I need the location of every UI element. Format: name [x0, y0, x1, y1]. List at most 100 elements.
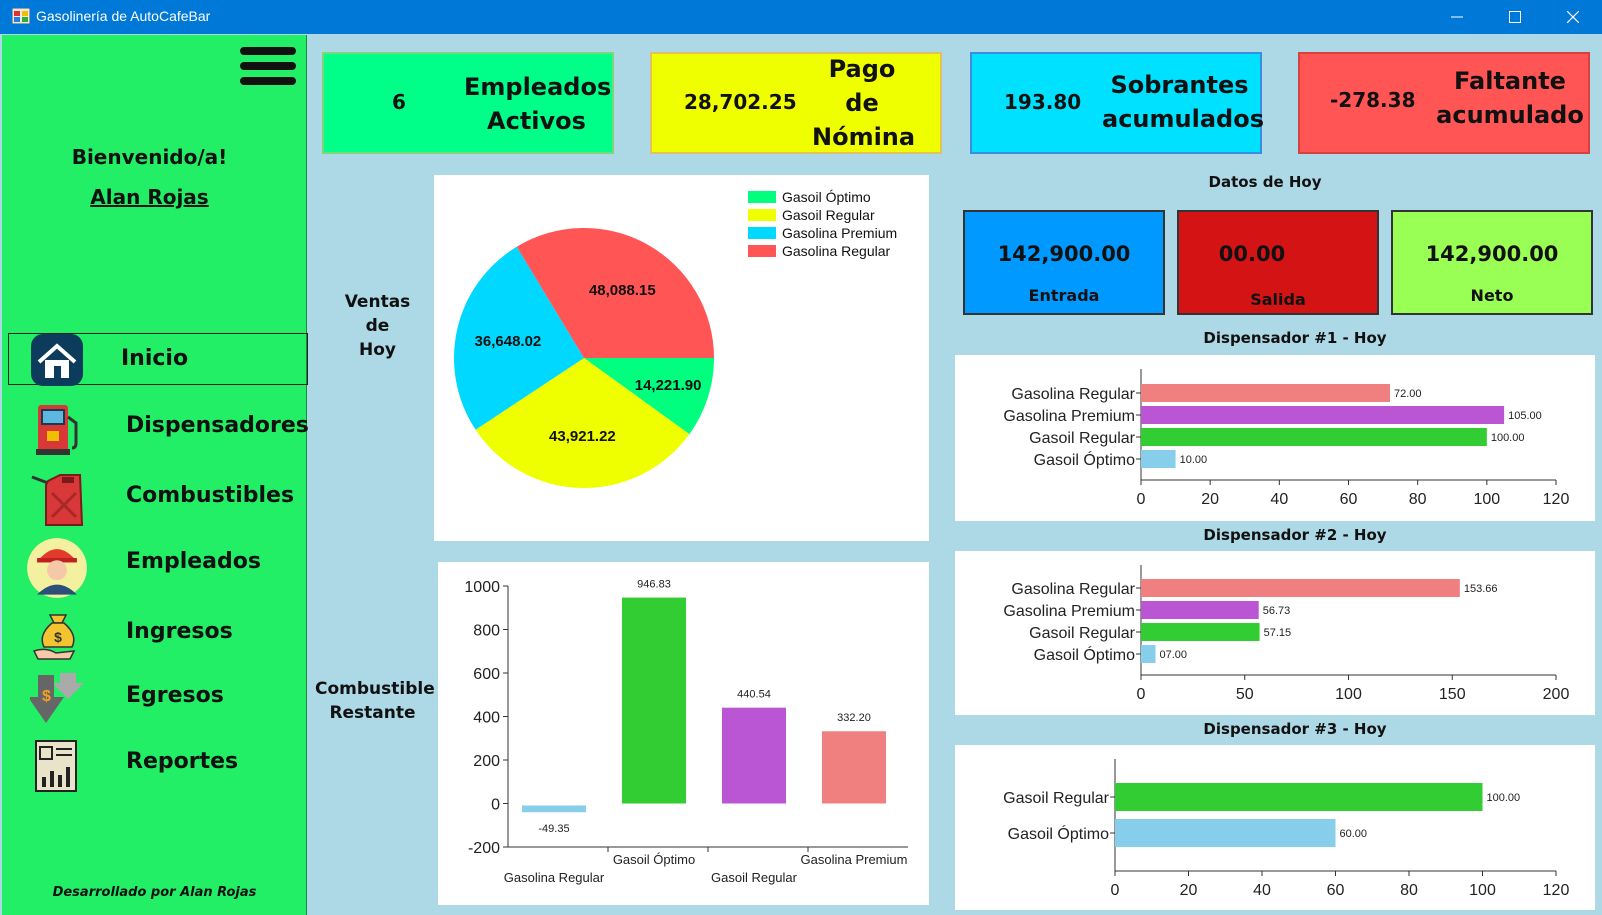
- bar: [722, 707, 786, 804]
- bar-data-label: 440.54: [737, 689, 771, 701]
- bar-data-label: 07.00: [1160, 649, 1188, 661]
- welcome-text: Bienvenido/a!: [71, 145, 228, 169]
- bar-data-label: 56.73: [1263, 605, 1291, 617]
- x-tick-label: 150: [1439, 686, 1466, 703]
- neto-label: Neto: [1470, 286, 1514, 305]
- jerrycan-icon: [31, 474, 84, 526]
- card-value: 193.80: [1004, 90, 1082, 114]
- card-value: -278.38: [1330, 88, 1416, 112]
- legend-entry: Gasoil Regular: [782, 207, 875, 223]
- bar: [1115, 783, 1483, 811]
- y-tick-label: Gasolina Regular: [1011, 386, 1135, 403]
- close-button[interactable]: [1544, 0, 1602, 34]
- y-tick-label: 600: [473, 666, 500, 683]
- bar-data-label: 100.00: [1491, 432, 1525, 444]
- entrada-box: 142,900.00 Entrada: [963, 210, 1165, 315]
- legend-swatch: [748, 209, 776, 221]
- pie-data-label: 36,648.02: [475, 333, 542, 350]
- x-tick-label: 100: [1469, 882, 1496, 899]
- maximize-icon: [1509, 11, 1521, 23]
- report-icon: [35, 740, 77, 792]
- y-tick-label: Gasoil Óptimo: [1034, 645, 1135, 664]
- bar: [1141, 579, 1460, 597]
- x-tick-label: Gasolina Premium: [801, 852, 908, 867]
- sidebar-item-reportes[interactable]: Reportes: [8, 737, 308, 792]
- sidebar-item-empleados[interactable]: Empleados: [8, 537, 308, 598]
- bar-data-label: 72.00: [1394, 388, 1422, 400]
- y-tick-label: Gasoil Regular: [1029, 625, 1136, 642]
- sidebar-item-ingresos[interactable]: $ Ingresos: [8, 607, 308, 660]
- home-icon: [31, 334, 83, 386]
- card-value: 6: [392, 90, 406, 114]
- x-tick-label: 60: [1327, 882, 1345, 899]
- dispensador-1-chart: 0 20 40 60 80 100 120 Gasolina Regular 72.00 Gaso…: [1003, 369, 1570, 508]
- x-tick-label: 60: [1340, 491, 1358, 508]
- bar: [822, 731, 886, 804]
- bar-data-label: 332.20: [837, 712, 871, 724]
- sidebar-item-combustibles[interactable]: Combustibles: [8, 471, 308, 526]
- pie-data-label: 43,921.22: [549, 428, 616, 445]
- x-tick-label: 0: [1137, 491, 1146, 508]
- card-label: Faltante acumulado: [1436, 67, 1584, 129]
- x-tick-label: Gasolina Regular: [504, 870, 605, 885]
- x-tick-label: 40: [1253, 882, 1271, 899]
- sidebar-item-dispensadores[interactable]: Dispensadores: [8, 401, 309, 455]
- bar-data-label: 946.83: [637, 579, 671, 591]
- bar-data-label: 10.00: [1180, 454, 1208, 466]
- x-tick-label: 80: [1409, 491, 1427, 508]
- user-name[interactable]: Alan Rojas: [2, 185, 297, 209]
- bar: [1141, 645, 1156, 663]
- y-tick-label: Gasolina Premium: [1003, 603, 1135, 620]
- y-tick-label: Gasolina Premium: [1003, 408, 1135, 425]
- fuel-remaining-panel: -200 0 200 400 600 800 1000 -49.35 Gasolina Regu…: [438, 562, 929, 905]
- y-tick-label: -200: [468, 840, 500, 857]
- sidebar-item-label: Combustibles: [126, 483, 295, 508]
- bar: [1141, 623, 1260, 641]
- pie-chart-panel: 14,221.90 43,921.22 36,648.02 48,088.15 Gaso…: [434, 175, 929, 541]
- x-tick-label: Gasoil Regular: [711, 870, 798, 885]
- close-icon: [1567, 11, 1579, 23]
- minimize-button[interactable]: [1428, 0, 1486, 34]
- svg-text:$: $: [42, 688, 51, 705]
- neto-box: 142,900.00 Neto: [1391, 210, 1593, 315]
- y-tick-label: Gasoil Óptimo: [1008, 824, 1109, 843]
- entrada-value: 142,900.00: [997, 242, 1131, 266]
- bar: [1141, 384, 1390, 402]
- sidebar-item-label: Egresos: [126, 683, 224, 708]
- salida-box: 00.00 Salida: [1177, 210, 1379, 315]
- salida-label: Salida: [1250, 290, 1306, 309]
- dispensador-2-chart: 0 50 100 150 200 Gasolina Regular 153.66 Gasoli…: [1003, 565, 1569, 703]
- dispensador-3-chart: 0 20 40 60 80 100 120 Gasoil Regular 100.00 Gasoi…: [1003, 759, 1569, 899]
- minimize-icon: [1451, 16, 1463, 18]
- sidebar-item-label: Dispensadores: [126, 413, 309, 438]
- y-tick-label: 400: [473, 710, 500, 727]
- y-tick-label: 200: [473, 753, 500, 770]
- neto-value: 142,900.00: [1425, 242, 1559, 266]
- dispensador-3-title: Dispensador #3 - Hoy: [1203, 720, 1387, 738]
- fuel-remaining-chart: -200 0 200 400 600 800 1000 -49.35 Gasolina Regu…: [464, 579, 908, 885]
- legend-swatch: [748, 227, 776, 239]
- x-tick-label: 0: [1111, 882, 1120, 899]
- bar: [1141, 428, 1487, 446]
- title-bar: Gasolinería de AutoCafeBar: [0, 0, 1602, 34]
- sidebar-item-inicio[interactable]: Inicio: [8, 333, 308, 386]
- datos-hoy-title: Datos de Hoy: [1208, 173, 1322, 191]
- app-icon: [12, 8, 30, 24]
- dispensador-2-title: Dispensador #2 - Hoy: [1203, 526, 1387, 544]
- bar: [522, 805, 586, 813]
- menu-icon[interactable]: [240, 47, 296, 91]
- dispensador-2-panel: 0 50 100 150 200 Gasolina Regular 153.66 Gasoli…: [955, 551, 1595, 715]
- x-tick-label: 120: [1543, 491, 1570, 508]
- bar: [622, 597, 686, 804]
- sidebar-item-egresos[interactable]: $ Egresos: [8, 671, 308, 723]
- window-title: Gasolinería de AutoCafeBar: [36, 8, 211, 24]
- dispensador-1-title: Dispensador #1 - Hoy: [1203, 329, 1387, 347]
- x-tick-label: 100: [1335, 686, 1362, 703]
- entrada-label: Entrada: [1028, 286, 1100, 305]
- card-label: Sobrantes acumulados: [1102, 71, 1264, 133]
- y-tick-label: Gasolina Regular: [1011, 581, 1135, 598]
- legend-entry: Gasolina Regular: [782, 243, 891, 259]
- sales-pie-chart: 14,221.90 43,921.22 36,648.02 48,088.15 Gaso…: [454, 189, 897, 489]
- maximize-button[interactable]: [1486, 0, 1544, 34]
- sidebar: Bienvenido/a! Alan Rojas Inicio Dispensa…: [2, 35, 309, 915]
